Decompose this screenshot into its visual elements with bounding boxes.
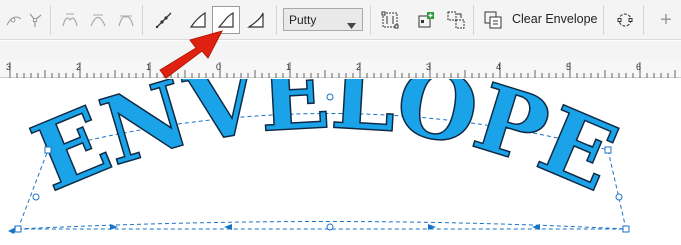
delete-node-icon[interactable] — [22, 6, 50, 34]
toolbar-strip — [0, 41, 681, 60]
envelope-node-handle[interactable] — [604, 146, 612, 154]
mapping-mode-select[interactable]: Putty — [283, 8, 363, 31]
drawing-canvas[interactable]: ENVELOPE — [0, 40, 681, 245]
property-bar: Putty Clear Envelope + — [0, 0, 681, 40]
add-preset-icon[interactable] — [412, 6, 440, 34]
symmetrical-node-icon[interactable] — [112, 6, 140, 34]
ruler-ticks — [9, 62, 676, 78]
envelope-node-handle[interactable] — [326, 93, 334, 101]
envelope-node-handle[interactable] — [14, 225, 22, 233]
ruler-label: 1 — [286, 62, 292, 72]
ruler-label: 2 — [356, 62, 362, 72]
copy-envelope-icon[interactable] — [442, 6, 470, 34]
ruler-label: 0 — [216, 62, 222, 72]
add-toolbar-item-button[interactable]: + — [652, 6, 680, 34]
toolbar-separator — [50, 5, 51, 35]
control-handle-arrow[interactable] — [8, 227, 16, 234]
keep-lines-icon[interactable] — [376, 6, 404, 34]
envelope-unconstrained-icon[interactable] — [242, 6, 270, 34]
toolbar-separator — [603, 5, 604, 35]
ruler-label: 3 — [426, 62, 432, 72]
toolbar-separator — [276, 5, 277, 35]
ruler-label: 3 — [6, 62, 12, 72]
envelope-node-handle[interactable] — [44, 146, 52, 154]
cusp-node-icon[interactable] — [56, 6, 84, 34]
mapping-mode-value: Putty — [289, 13, 317, 27]
convert-to-curves-icon[interactable] — [611, 6, 639, 34]
envelope-straight-line-icon[interactable] — [150, 6, 178, 34]
toolbar-separator — [370, 5, 371, 35]
toolbar-separator — [142, 5, 143, 35]
envelope-node-handle[interactable] — [32, 193, 40, 201]
envelope-artwork[interactable]: ENVELOPE — [0, 40, 681, 245]
ruler-label: 2 — [76, 62, 82, 72]
toolbar-separator — [473, 5, 474, 35]
smooth-node-icon[interactable] — [84, 6, 112, 34]
envelope-single-arc-icon[interactable] — [184, 6, 212, 34]
envelope-node-handle[interactable] — [326, 223, 334, 231]
ruler-label: 1 — [146, 62, 152, 72]
create-envelope-from-icon[interactable] — [479, 6, 507, 34]
envelope-text[interactable]: ENVELOPE — [18, 40, 633, 213]
chevron-down-icon — [347, 18, 356, 32]
horizontal-ruler[interactable]: 3 2 1 0 1 2 3 4 5 6 — [0, 60, 681, 78]
ruler-label: 6 — [636, 62, 642, 72]
envelope-text-path: ENVELOPE — [18, 40, 633, 213]
envelope-node-handle[interactable] — [622, 225, 630, 233]
ruler-label: 5 — [566, 62, 572, 72]
clear-envelope-button[interactable]: Clear Envelope — [512, 12, 597, 26]
ruler-label: 4 — [496, 62, 502, 72]
envelope-double-arc-icon[interactable] — [212, 6, 240, 34]
envelope-node-handle[interactable] — [615, 193, 623, 201]
toolbar-separator — [643, 5, 644, 35]
